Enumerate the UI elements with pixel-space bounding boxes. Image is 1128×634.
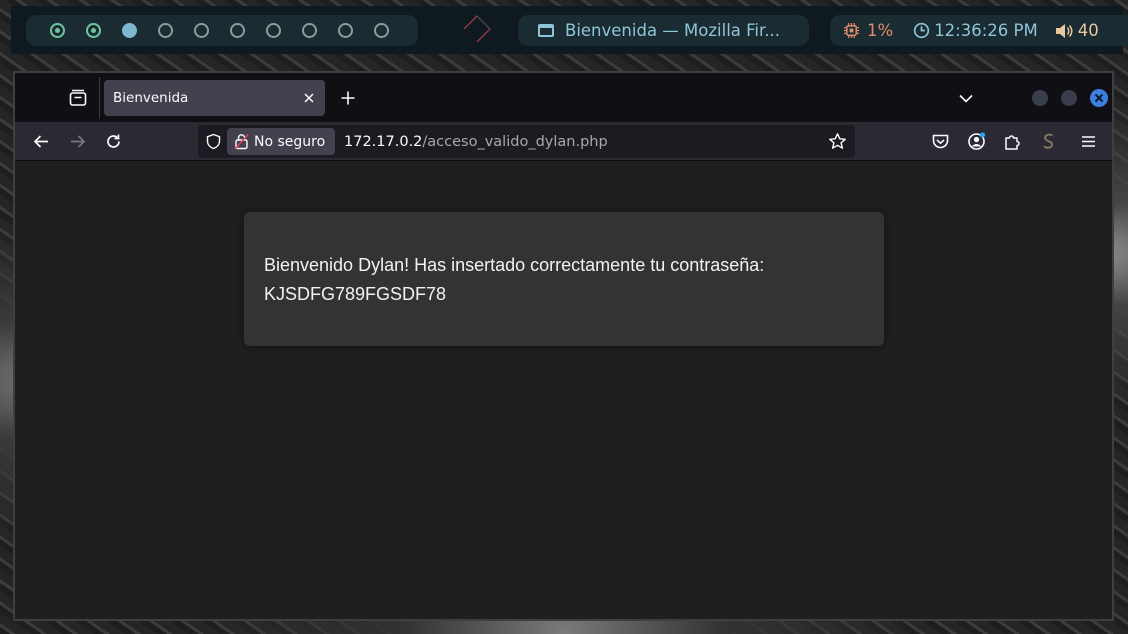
volume-value: 40 bbox=[1077, 21, 1099, 40]
pocket-icon[interactable] bbox=[930, 131, 951, 152]
connection-not-secure-badge[interactable]: No seguro bbox=[227, 128, 335, 155]
welcome-message: Bienvenido Dylan! Has insertado correcta… bbox=[264, 255, 765, 275]
firefox-window: Bienvenida No seguro 172.17.0.2 /acceso_… bbox=[13, 71, 1114, 621]
tab-title: Bienvenida bbox=[113, 90, 189, 106]
minimize-window-button[interactable] bbox=[1032, 90, 1048, 106]
welcome-card: Bienvenido Dylan! Has insertado correcta… bbox=[244, 212, 884, 346]
tab-bienvenida[interactable]: Bienvenida bbox=[104, 80, 325, 116]
navigation-toolbar: No seguro 172.17.0.2/acceso_valido_dylan… bbox=[15, 122, 1112, 161]
workspace-4[interactable] bbox=[158, 15, 194, 46]
extensions-puzzle-icon[interactable] bbox=[1002, 131, 1023, 152]
workspace-5[interactable] bbox=[194, 15, 230, 46]
clock-time: 12:36:26 PM bbox=[934, 21, 1038, 40]
bookmark-star-icon[interactable] bbox=[828, 132, 847, 151]
clock-icon bbox=[914, 22, 930, 39]
forward-arrow-icon[interactable] bbox=[67, 131, 88, 152]
maximize-window-button[interactable] bbox=[1061, 90, 1077, 106]
insecure-lock-icon bbox=[234, 133, 249, 150]
firefox-view-icon[interactable] bbox=[67, 87, 89, 109]
cpu-usage: 1% bbox=[844, 21, 893, 40]
workspace-3[interactable] bbox=[122, 15, 158, 46]
url-text[interactable]: 172.17.0.2/acceso_valido_dylan.php bbox=[344, 125, 608, 158]
account-icon[interactable] bbox=[966, 131, 987, 152]
window-icon bbox=[538, 24, 554, 37]
workspace-1[interactable] bbox=[50, 15, 86, 46]
cpu-chip-icon bbox=[844, 23, 859, 38]
workspace-7[interactable] bbox=[266, 15, 302, 46]
active-window-title-text: Bienvenida — Mozilla Fir... bbox=[565, 21, 781, 40]
url-path: /acceso_valido_dylan.php bbox=[422, 133, 608, 150]
tracking-protection-shield-icon[interactable] bbox=[205, 133, 222, 150]
active-window-title: Bienvenida — Mozilla Fir... bbox=[518, 15, 809, 46]
connection-security-label: No seguro bbox=[254, 133, 326, 150]
new-tab-icon[interactable] bbox=[337, 87, 359, 109]
hamburger-menu-icon[interactable] bbox=[1078, 131, 1099, 152]
page-content: Bienvenido Dylan! Has insertado correcta… bbox=[15, 162, 1112, 619]
reload-icon[interactable] bbox=[103, 131, 124, 152]
clock: 12:36:26 PM bbox=[913, 21, 1038, 40]
workspace-10[interactable] bbox=[374, 15, 410, 46]
workspace-switcher bbox=[26, 15, 418, 46]
system-status: 1% 12:36:26 PM 40 bbox=[830, 15, 1128, 46]
back-arrow-icon[interactable] bbox=[31, 131, 52, 152]
close-tab-icon[interactable] bbox=[302, 91, 316, 105]
tab-bar: Bienvenida bbox=[15, 73, 1112, 122]
cpu-usage-value: 1% bbox=[867, 21, 894, 40]
address-bar[interactable]: No seguro 172.17.0.2/acceso_valido_dylan… bbox=[198, 125, 855, 158]
revealed-password: KJSDFG789FGSDF78 bbox=[264, 284, 447, 304]
tab-bar-separator bbox=[99, 77, 100, 119]
system-top-bar: Bienvenida — Mozilla Fir... 1% 12:36:26 … bbox=[0, 0, 1128, 62]
speaker-icon bbox=[1055, 23, 1073, 38]
close-window-button[interactable] bbox=[1090, 89, 1108, 107]
workspace-2[interactable] bbox=[86, 15, 122, 46]
workspace-9[interactable] bbox=[338, 15, 374, 46]
url-host: 172.17.0.2 bbox=[344, 133, 423, 150]
close-icon bbox=[1094, 93, 1104, 103]
workspace-6[interactable] bbox=[230, 15, 266, 46]
list-all-tabs-chevron-icon[interactable] bbox=[955, 87, 977, 109]
workspace-8[interactable] bbox=[302, 15, 338, 46]
diamond-logo-icon bbox=[463, 15, 491, 43]
extension-s-icon[interactable] bbox=[1038, 131, 1059, 152]
volume[interactable]: 40 bbox=[1055, 21, 1099, 40]
